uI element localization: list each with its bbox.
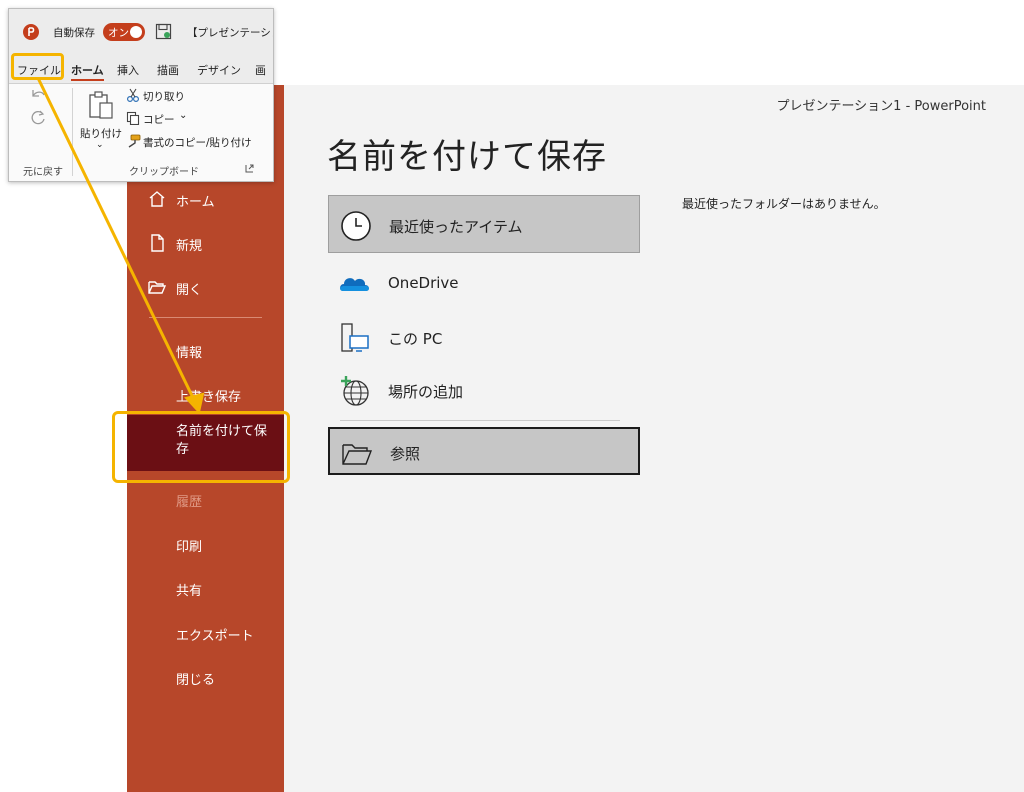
location-browse[interactable]: 参照 [328,427,640,475]
redo-icon[interactable] [29,109,47,127]
tab-home[interactable]: ホーム [71,62,104,81]
location-add-place[interactable]: 場所の追加 [328,361,640,419]
sidebar-item-print[interactable]: 印刷 [127,522,284,566]
recent-folders-message: 最近使ったフォルダーはありません。 [682,197,886,211]
sidebar-item-share[interactable]: 共有 [127,566,284,610]
undo-group-label: 元に戻す [23,167,63,178]
copy-button[interactable]: コピー [143,112,175,127]
page-title: 名前を付けて保存 [327,137,607,177]
locations-separator [340,420,620,421]
window-title: プレゼンテーション1 - PowerPoint [776,99,986,114]
toggle-knob [130,26,142,38]
browse-folder-icon [342,444,373,465]
ribbon-inset: 自動保存 オン 【プレゼンテーション ファイル ホーム 挿入 描画 デザイン 画… [8,8,274,182]
tab-insert[interactable]: 挿入 [117,62,139,78]
onedrive-cloud-icon [340,278,369,291]
location-this-pc[interactable]: この PC [328,308,640,366]
sidebar-item-export[interactable]: エクスポート [127,611,284,655]
document-title: 【プレゼンテーション [187,27,273,39]
sidebar-item-new[interactable]: 新規 [127,221,284,265]
copy-icon [126,111,140,125]
save-as-highlight [112,411,290,483]
sidebar-item-home[interactable]: ホーム [127,177,284,221]
copy-dropdown-icon[interactable]: ⌄ [179,110,187,121]
save-as-panel: プレゼンテーション1 - PowerPoint 名前を付けて保存 最近使ったアイ… [284,85,1024,792]
autosave-toggle[interactable]: オン [103,23,145,41]
tab-draw[interactable]: 描画 [157,62,179,78]
save-disk-icon[interactable] [155,23,172,40]
paste-clipboard-icon[interactable] [87,90,115,120]
clipboard-group-label: クリップボード [129,167,199,178]
this-pc-icon [341,323,369,352]
cut-button[interactable]: 切り取り [143,89,185,104]
autosave-state: オン [108,27,129,39]
clock-icon [341,211,371,241]
autosave-label: 自動保存 [53,27,95,39]
sidebar-item-history: 履歴 [176,495,203,510]
powerpoint-logo-icon [23,24,39,40]
file-tab-highlight [11,53,64,80]
dialog-launcher-icon[interactable] [245,164,254,173]
format-painter-button[interactable]: 書式のコピー/貼り付け [143,135,252,150]
location-recent[interactable]: 最近使ったアイテム [328,195,640,253]
format-painter-icon [128,134,141,148]
sidebar-item-save[interactable]: 上書き保存 [127,372,284,416]
sidebar-item-open[interactable]: 開く [127,265,284,309]
sidebar-item-info[interactable]: 情報 [127,328,284,372]
home-icon [149,191,165,207]
ribbon-body: 元に戻す 貼り付け ⌄ 切り取り コピー ⌄ 書式のコピー/貼り付け クリップボ… [9,84,273,181]
paste-dropdown-icon[interactable]: ⌄ [96,140,104,150]
tab-transitions[interactable]: 画 [255,62,266,78]
sidebar-item-close[interactable]: 閉じる [127,655,284,699]
open-folder-icon [148,281,167,294]
location-onedrive[interactable]: OneDrive [328,254,640,312]
paste-label[interactable]: 貼り付け [80,126,122,141]
ribbon-titlebar: 自動保存 オン 【プレゼンテーション [9,9,273,53]
scissors-icon [127,88,139,102]
undo-icon[interactable] [29,88,47,102]
new-document-icon [151,234,164,252]
sidebar-separator [149,317,262,318]
group-divider [72,88,73,176]
add-place-globe-icon [341,376,369,406]
tab-design[interactable]: デザイン [197,62,241,78]
